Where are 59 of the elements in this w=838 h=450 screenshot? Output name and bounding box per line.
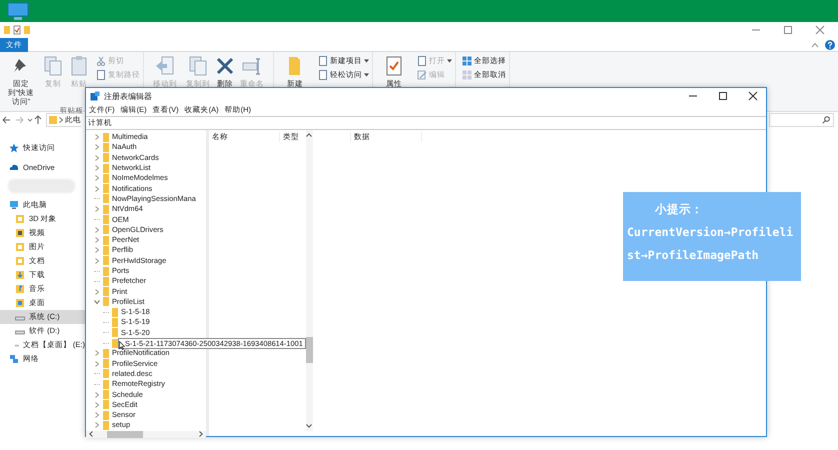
scrollbar-thumb[interactable]: [306, 337, 313, 363]
expand-chevron-icon[interactable]: [94, 144, 100, 150]
help-icon[interactable]: [825, 40, 835, 50]
vertical-scrollbar[interactable]: [306, 130, 313, 431]
scrollbar-thumb[interactable]: [107, 430, 143, 438]
registry-editor-icon: [90, 91, 100, 101]
network-icon: [9, 354, 19, 364]
expand-chevron-icon[interactable]: [94, 402, 100, 408]
grid-icon: [462, 70, 472, 80]
expand-chevron-icon[interactable]: [94, 360, 100, 367]
document-icon: [318, 70, 328, 80]
pencil-icon: [417, 70, 427, 80]
expand-chevron-icon[interactable]: [94, 186, 100, 192]
expand-chevron-icon[interactable]: [94, 165, 100, 172]
expand-chevron-icon[interactable]: [94, 392, 100, 398]
small-document-icon: [318, 56, 328, 66]
arrow-document-icon: [154, 55, 176, 77]
expand-chevron-icon[interactable]: [94, 422, 100, 428]
expand-chevron-icon[interactable]: [94, 154, 100, 161]
expand-chevron-icon[interactable]: [94, 350, 100, 356]
collapse-chevron-icon[interactable]: [94, 298, 100, 305]
scroll-right-icon[interactable]: [199, 431, 203, 438]
folder-icon: [15, 298, 25, 308]
expand-chevron-icon[interactable]: [94, 288, 100, 295]
expand-chevron-icon[interactable]: [94, 226, 100, 233]
grid-icon: [462, 56, 472, 66]
delete-icon: [214, 55, 236, 77]
search-field[interactable]: [769, 113, 834, 127]
search-icon: [822, 116, 830, 124]
computer-icon: [6, 2, 30, 22]
expand-chevron-icon[interactable]: [94, 175, 100, 182]
horizontal-scrollbar[interactable]: [86, 430, 206, 438]
close-icon[interactable]: [748, 91, 758, 101]
mouse-pointer-icon: [119, 340, 125, 350]
expand-chevron-icon[interactable]: [94, 247, 100, 254]
maximize-icon[interactable]: [718, 91, 728, 101]
small-document-icon: [96, 70, 106, 80]
download-arrow-icon: [15, 270, 25, 280]
star-icon: [9, 143, 19, 153]
navigation-arrows-icon[interactable]: [2, 115, 42, 125]
tip-text: CurrentVersion→Profilelist→ProfileImagePath: [627, 224, 794, 264]
scroll-left-icon[interactable]: [89, 431, 93, 438]
expand-chevron-icon[interactable]: [94, 134, 100, 140]
computer-icon: [9, 200, 19, 210]
scissors-icon: [96, 56, 106, 66]
breadcrumb-chevron-icon: [59, 117, 63, 123]
collapse-ribbon-icon[interactable]: [811, 42, 819, 48]
expand-chevron-icon[interactable]: [94, 206, 100, 212]
music-note-icon: [15, 284, 25, 294]
folder-icon: [49, 115, 57, 125]
cloud-icon: [9, 162, 19, 172]
expand-chevron-icon[interactable]: [94, 412, 100, 418]
window-title: 注册表编辑器: [104, 90, 152, 102]
tip-title: 小提示：: [654, 201, 704, 218]
scroll-down-icon[interactable]: [306, 424, 312, 428]
expand-chevron-icon[interactable]: [94, 237, 100, 244]
small-document-icon: [417, 56, 427, 66]
scroll-up-icon[interactable]: [306, 133, 312, 137]
expand-chevron-icon[interactable]: [94, 258, 100, 264]
